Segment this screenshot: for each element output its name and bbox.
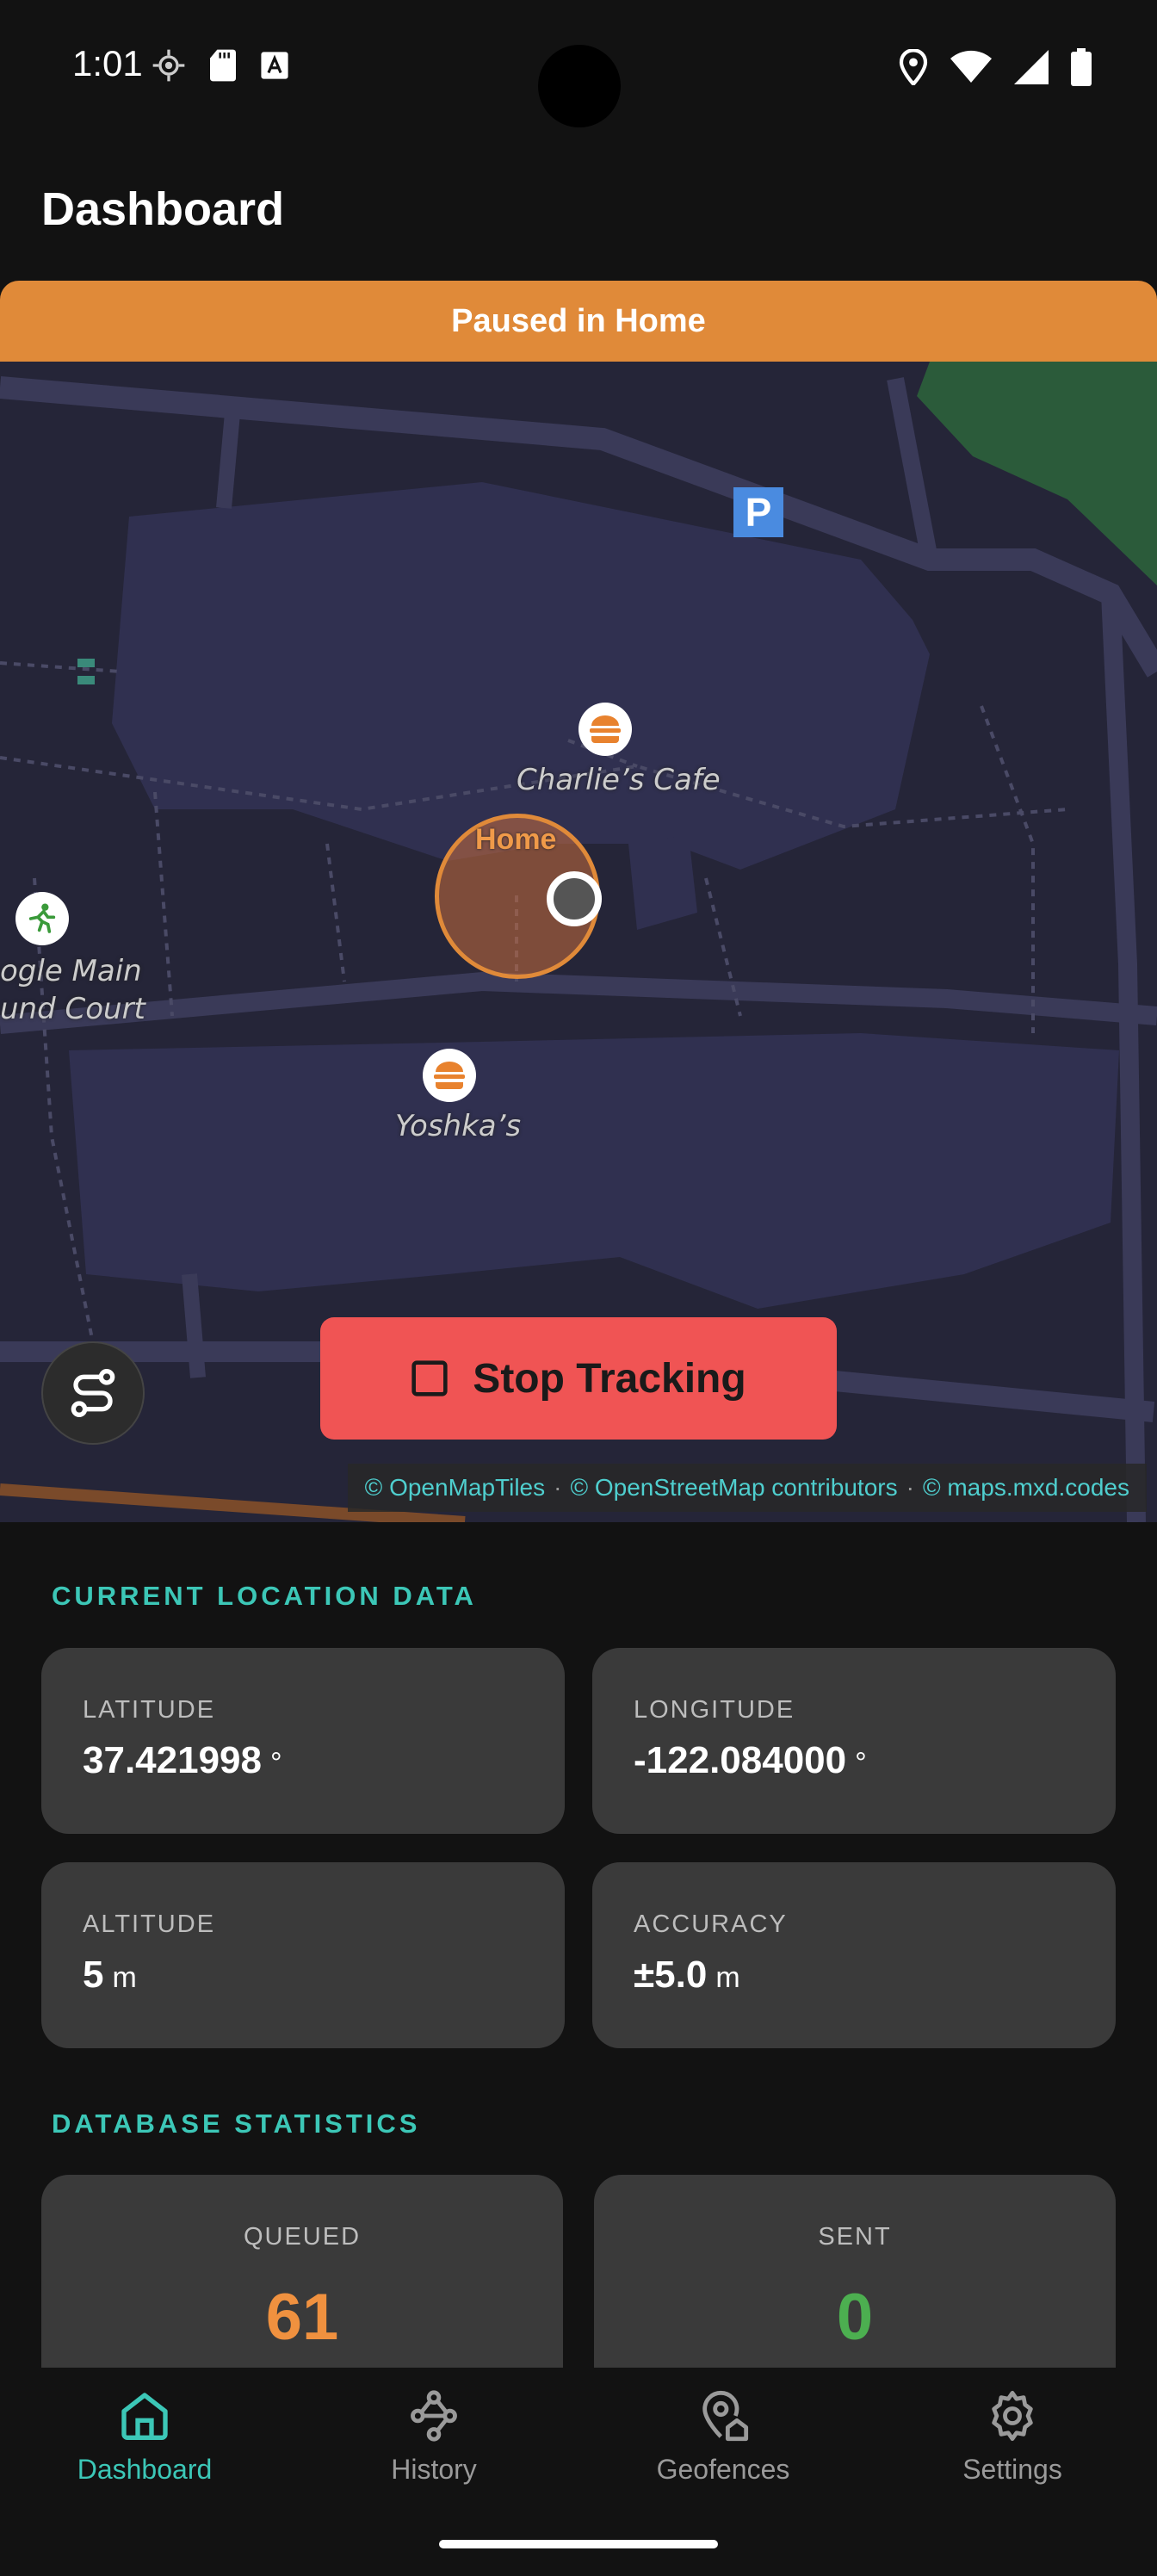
attribution-link-mxd[interactable]: © maps.mxd.codes — [923, 1474, 1129, 1502]
page-title: Dashboard — [41, 183, 285, 235]
geofence-pin-icon — [702, 2391, 749, 2442]
parking-marker[interactable]: P — [733, 487, 783, 537]
geofence-label: Home — [475, 823, 557, 856]
wifi-icon — [950, 50, 992, 83]
home-icon — [121, 2393, 168, 2440]
poi-charlies-cafe[interactable]: Charlie’s Cafe — [517, 703, 721, 797]
accuracy-value: ±5.0 m — [634, 1954, 740, 1996]
battery-icon — [1071, 48, 1092, 86]
nav-label: History — [391, 2454, 477, 2485]
poi-google-main-court[interactable]: ogle Main und Court — [0, 892, 145, 1026]
database-section-title: DATABASE STATISTICS — [52, 2108, 421, 2139]
stop-tracking-label: Stop Tracking — [473, 1355, 746, 1402]
sent-count: 0 — [836, 2281, 874, 2354]
home-gesture-bar[interactable] — [439, 2540, 718, 2548]
burger-icon — [423, 1049, 476, 1102]
altitude-card: ALTITUDE 5m — [41, 1862, 565, 2048]
accuracy-card: ACCURACY ±5.0 m — [592, 1862, 1116, 2048]
card-label: ALTITUDE — [83, 1910, 216, 1938]
location-section-title: CURRENT LOCATION DATA — [52, 1581, 477, 1611]
stat-label: SENT — [818, 2223, 892, 2251]
signal-icon — [1014, 50, 1049, 84]
attribution-link-openstreetmap[interactable]: © OpenStreetMap contributors — [570, 1474, 897, 1502]
running-person-icon — [15, 892, 69, 945]
nav-label: Dashboard — [77, 2454, 213, 2485]
altitude-value: 5m — [83, 1954, 137, 1996]
map-view[interactable]: P Charlie’s Cafe Yoshka’s ogle Main und … — [0, 362, 1157, 1522]
nav-item-history[interactable]: History — [289, 2388, 578, 2517]
nav-item-settings[interactable]: Settings — [868, 2388, 1157, 2517]
route-icon — [71, 1369, 115, 1417]
text-a-icon — [261, 52, 288, 79]
card-label: LONGITUDE — [634, 1696, 795, 1724]
nav-label: Settings — [962, 2454, 1062, 2485]
stop-square-icon — [411, 1360, 448, 1396]
location-crosshair-icon — [152, 49, 185, 82]
paused-status-banner: Paused in Home — [0, 281, 1157, 362]
latitude-card: LATITUDE 37.421998 ° — [41, 1648, 565, 1834]
attribution-link-openmaptiles[interactable]: © OpenMapTiles — [365, 1474, 545, 1502]
card-label: LATITUDE — [83, 1696, 216, 1724]
nav-label: Geofences — [656, 2454, 790, 2485]
nav-item-geofences[interactable]: Geofences — [578, 2388, 868, 2517]
stop-tracking-button[interactable]: Stop Tracking — [320, 1317, 837, 1440]
stat-label: QUEUED — [243, 2223, 362, 2251]
gear-icon — [992, 2390, 1033, 2442]
current-location-dot — [547, 871, 602, 926]
map-attribution: © OpenMapTiles · © OpenStreetMap contrib… — [347, 1464, 1147, 1512]
poi-label: Charlie’s Cafe — [517, 763, 721, 797]
route-nodes-icon — [411, 2390, 457, 2442]
status-time: 1:01 — [72, 43, 143, 84]
status-bar: 1:01 — [0, 0, 1157, 138]
camera-cutout — [538, 45, 621, 127]
poi-yoshkas[interactable]: Yoshka’s — [395, 1049, 521, 1143]
queued-count: 61 — [265, 2281, 339, 2354]
latitude-value: 37.421998 ° — [83, 1739, 282, 1781]
poi-label: Yoshka’s — [395, 1109, 522, 1143]
nav-item-dashboard[interactable]: Dashboard — [0, 2388, 289, 2517]
longitude-card: LONGITUDE -122.084000 ° — [592, 1648, 1116, 1834]
burger-icon — [578, 703, 632, 756]
longitude-value: -122.084000 ° — [634, 1739, 867, 1781]
location-pin-icon — [899, 49, 928, 85]
sd-card-icon — [210, 49, 236, 82]
card-label: ACCURACY — [634, 1910, 788, 1938]
route-toggle-button[interactable] — [41, 1341, 145, 1445]
poi-label: ogle Main und Court — [0, 954, 145, 1026]
